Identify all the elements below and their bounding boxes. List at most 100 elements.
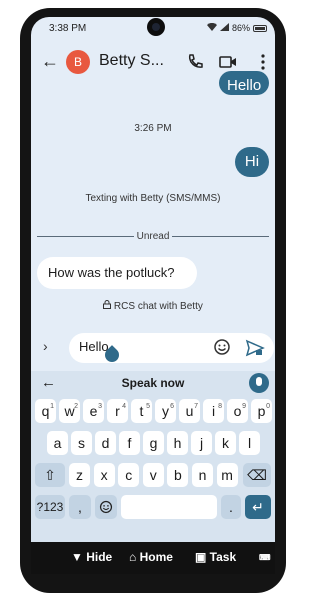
key-s[interactable]: s (71, 431, 92, 455)
nav-home-button[interactable]: ⌂ Home (129, 550, 173, 564)
key-k[interactable]: k (215, 431, 236, 455)
key-number-hint: 5 (146, 403, 150, 410)
symbols-key[interactable]: ?123 (35, 495, 65, 519)
keyboard-switch-icon[interactable]: ⌨ (259, 553, 271, 562)
key-h[interactable]: h (167, 431, 188, 455)
battery-icon (253, 24, 267, 32)
emoji-icon[interactable] (213, 338, 231, 356)
key-letter: o (233, 403, 242, 419)
key-w[interactable]: w2 (59, 399, 80, 423)
texting-mode-note: Texting with Betty (SMS/MMS) (85, 193, 221, 204)
key-c[interactable]: c (118, 463, 140, 487)
nav-task-button[interactable]: ▣ Task (195, 550, 236, 564)
keyboard-row-2: asdfghjkl (31, 431, 275, 457)
backspace-key[interactable]: ⌫ (243, 463, 271, 487)
key-number-hint: 0 (266, 403, 270, 410)
video-call-icon[interactable] (218, 52, 238, 72)
keyboard-toolbar: ← Speak now (31, 371, 275, 395)
key-t[interactable]: t5 (131, 399, 152, 423)
contact-name[interactable]: Betty S... (99, 52, 164, 70)
speak-now-label: Speak now (121, 376, 185, 390)
outgoing-message[interactable]: Hi (235, 147, 269, 177)
phone-screen: 3:38 PM 86% ← B Betty S... Hello 3:26 PM… (31, 17, 275, 542)
key-letter: p (257, 403, 266, 419)
key-letter: t (139, 403, 144, 419)
more-options-icon[interactable] (253, 52, 273, 72)
key-number-hint: 8 (218, 403, 222, 410)
key-number-hint: 1 (50, 403, 54, 410)
key-letter: r (115, 403, 120, 419)
phone-call-icon[interactable] (185, 52, 205, 72)
avatar[interactable]: B (66, 50, 90, 74)
key-e[interactable]: e3 (83, 399, 104, 423)
key-y[interactable]: y6 (155, 399, 176, 423)
key-j[interactable]: j (191, 431, 212, 455)
expand-chevron-icon[interactable]: › (43, 338, 48, 354)
key-letter: w (64, 403, 75, 419)
keyboard-row-3: ⇧ ⌫ zxcvbnm (31, 463, 275, 489)
status-time: 3:38 PM (49, 23, 87, 34)
compose-bar: › (31, 326, 275, 370)
shift-key[interactable]: ⇧ (35, 463, 65, 487)
key-o[interactable]: o9 (227, 399, 248, 423)
key-number-hint: 9 (242, 403, 246, 410)
key-p[interactable]: p0 (251, 399, 272, 423)
unread-divider: Unread (37, 231, 269, 242)
key-letter: q (41, 403, 50, 419)
navigation-bar: ▼ Hide ⌂ Home ▣ Task ⌨ (31, 542, 275, 574)
enter-key[interactable]: ↵ (245, 495, 271, 519)
send-sms-icon[interactable] (245, 338, 265, 358)
key-letter: e (89, 403, 98, 419)
microphone-icon[interactable] (249, 373, 269, 393)
nav-home-label: Home (139, 550, 173, 564)
key-x[interactable]: x (93, 463, 115, 487)
lock-icon (103, 300, 114, 312)
key-number-hint: 7 (194, 403, 198, 410)
space-key[interactable] (121, 495, 217, 519)
message-thread[interactable]: Hello 3:26 PM Hi Texting with Betty (SMS… (31, 71, 275, 326)
key-r[interactable]: r4 (107, 399, 128, 423)
divider-line (172, 236, 269, 237)
key-number-hint: 6 (170, 403, 174, 410)
key-l[interactable]: l (239, 431, 260, 455)
key-i[interactable]: i8 (203, 399, 224, 423)
key-q[interactable]: q1 (35, 399, 56, 423)
message-field[interactable] (69, 333, 274, 363)
front-camera (147, 18, 165, 36)
key-d[interactable]: d (95, 431, 116, 455)
unread-label: Unread (136, 231, 170, 242)
key-number-hint: 2 (74, 403, 78, 410)
key-number-hint: 4 (122, 403, 126, 410)
key-letter: i (211, 403, 216, 419)
divider-line (37, 236, 134, 237)
key-n[interactable]: n (192, 463, 213, 487)
incoming-message[interactable]: How was the potluck? (37, 257, 197, 289)
keyboard-row-1: q1w2e3r4t5y6u7i8o9p0 (31, 399, 275, 425)
message-input[interactable] (79, 339, 199, 354)
key-b[interactable]: b (167, 463, 189, 487)
period-key[interactable]: . (221, 495, 241, 519)
wifi-icon (206, 22, 217, 33)
back-arrow-icon[interactable]: ← (41, 51, 59, 72)
key-v[interactable]: v (142, 463, 164, 487)
comma-key[interactable]: , (69, 495, 91, 519)
keyboard-row-4: ?123 , . ↵ (31, 495, 275, 521)
message-timestamp: 3:26 PM (134, 123, 172, 134)
key-g[interactable]: g (143, 431, 164, 455)
battery-percent: 86% (231, 23, 250, 33)
key-number-hint: 3 (98, 403, 102, 410)
rcs-note-text: RCS chat with Betty (113, 301, 203, 312)
signal-icon (219, 23, 229, 33)
status-icons: 86% (206, 22, 267, 33)
key-letter: u (185, 403, 194, 419)
rcs-chat-note: RCS chat with Betty (31, 300, 275, 312)
key-m[interactable]: m (216, 463, 238, 487)
emoji-key[interactable] (95, 495, 117, 519)
nav-hide-button[interactable]: ▼ Hide (71, 550, 112, 564)
outgoing-message[interactable]: Hello (219, 71, 269, 95)
key-z[interactable]: z (69, 463, 90, 487)
key-letter: y (162, 403, 169, 419)
key-a[interactable]: a (47, 431, 68, 455)
key-f[interactable]: f (119, 431, 140, 455)
key-u[interactable]: u7 (179, 399, 200, 423)
